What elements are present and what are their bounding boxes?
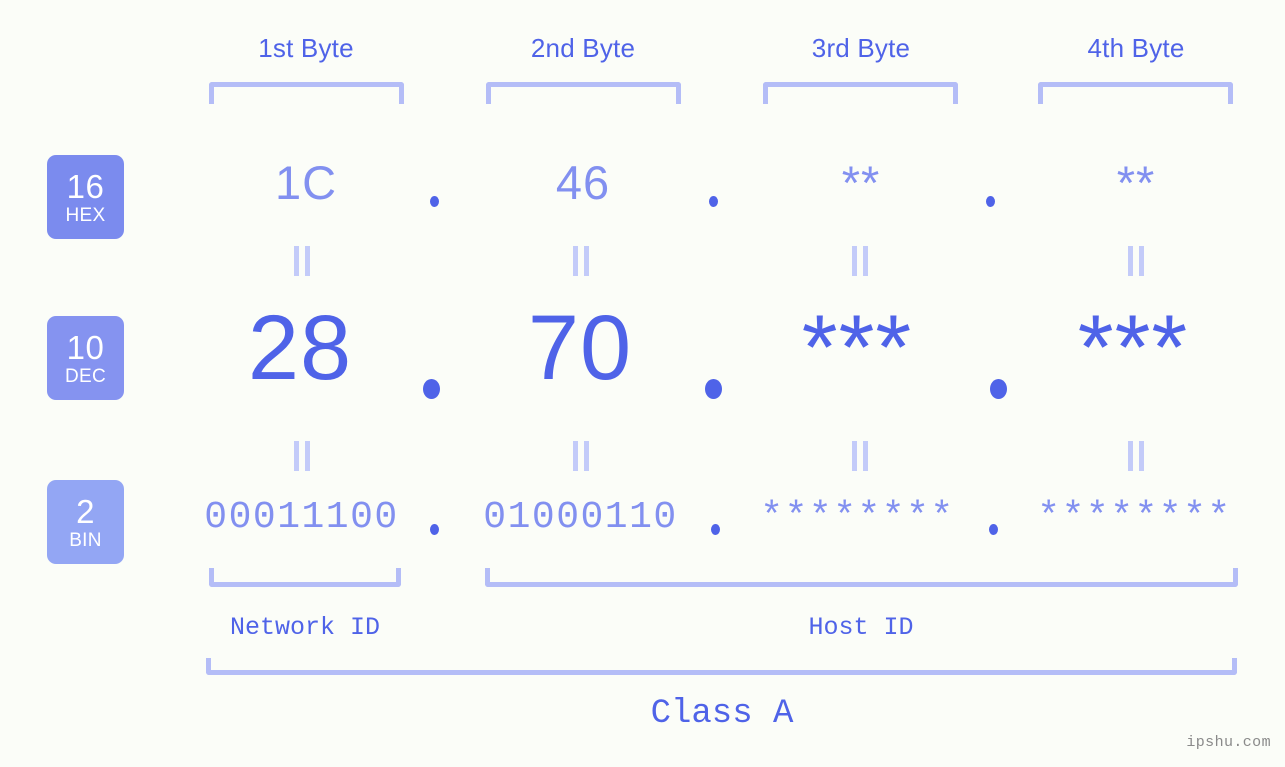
dec-octet-4: ***: [1077, 297, 1189, 399]
equivalence-mark-hex-dec-1: [290, 246, 314, 276]
equivalence-mark-dec-bin-3: [848, 441, 872, 471]
base-badge-hex-name: HEX: [65, 204, 106, 226]
bin-octet-3: ********: [760, 496, 955, 539]
byte-header-label-2: 2nd Byte: [530, 33, 636, 63]
hex-separator-dot-1: [430, 196, 439, 207]
dec-separator-dot-2: [705, 379, 722, 399]
dec-octet-3: ***: [801, 297, 913, 399]
byte-header-label-3: 3rd Byte: [811, 33, 911, 63]
dec-separator-dot-3: [990, 379, 1007, 399]
equivalence-mark-dec-bin-2: [569, 441, 593, 471]
host-id-caption: Host ID: [808, 613, 914, 642]
hex-separator-dot-3: [986, 196, 995, 207]
base-badge-dec-number: 10: [66, 328, 105, 366]
hex-separator-dot-2: [709, 196, 718, 207]
bin-separator-dot-1: [430, 524, 439, 535]
equivalence-mark-hex-dec-3: [848, 246, 872, 276]
base-badge-hex-number: 16: [66, 167, 105, 205]
byte-header-label-1: 1st Byte: [258, 33, 354, 63]
base-badge-dec[interactable]: 10 DEC: [47, 316, 124, 400]
dec-separator-dot-1: [423, 379, 440, 399]
base-badge-bin-name: BIN: [69, 529, 102, 551]
dec-octet-2: 70: [527, 297, 633, 399]
equivalence-mark-dec-bin-1: [290, 441, 314, 471]
dec-octet-1: 28: [247, 297, 353, 399]
equivalence-mark-dec-bin-4: [1124, 441, 1148, 471]
hex-octet-3: **: [841, 156, 881, 209]
byte-bracket-2: [486, 82, 681, 104]
class-bracket: [206, 658, 1237, 675]
host-id-bracket: [485, 568, 1238, 587]
network-id-bracket: [209, 568, 401, 587]
watermark: ipshu.com: [1186, 734, 1271, 751]
hex-octet-2: 46: [555, 156, 611, 209]
bin-octet-2: 01000110: [483, 496, 678, 539]
byte-header-label-4: 4th Byte: [1087, 33, 1185, 63]
base-badge-dec-name: DEC: [64, 365, 106, 387]
base-badge-bin-number: 2: [76, 492, 95, 530]
bin-octet-4: ********: [1037, 496, 1232, 539]
equivalence-mark-hex-dec-2: [569, 246, 593, 276]
ip-byte-diagram: 1st Byte 2nd Byte 3rd Byte 4th Byte 16 H…: [0, 0, 1285, 767]
network-id-caption: Network ID: [229, 613, 381, 642]
class-caption: Class A: [650, 695, 794, 733]
equivalence-mark-hex-dec-4: [1124, 246, 1148, 276]
base-badge-bin[interactable]: 2 BIN: [47, 480, 124, 564]
base-badge-hex[interactable]: 16 HEX: [47, 155, 124, 239]
bin-octet-1: 00011100: [204, 496, 399, 539]
byte-bracket-1: [209, 82, 404, 104]
hex-octet-4: **: [1116, 156, 1156, 209]
byte-bracket-3: [763, 82, 958, 104]
hex-octet-1: 1C: [274, 156, 338, 209]
bin-separator-dot-2: [711, 524, 720, 535]
bin-separator-dot-3: [989, 524, 998, 535]
byte-bracket-4: [1038, 82, 1233, 104]
